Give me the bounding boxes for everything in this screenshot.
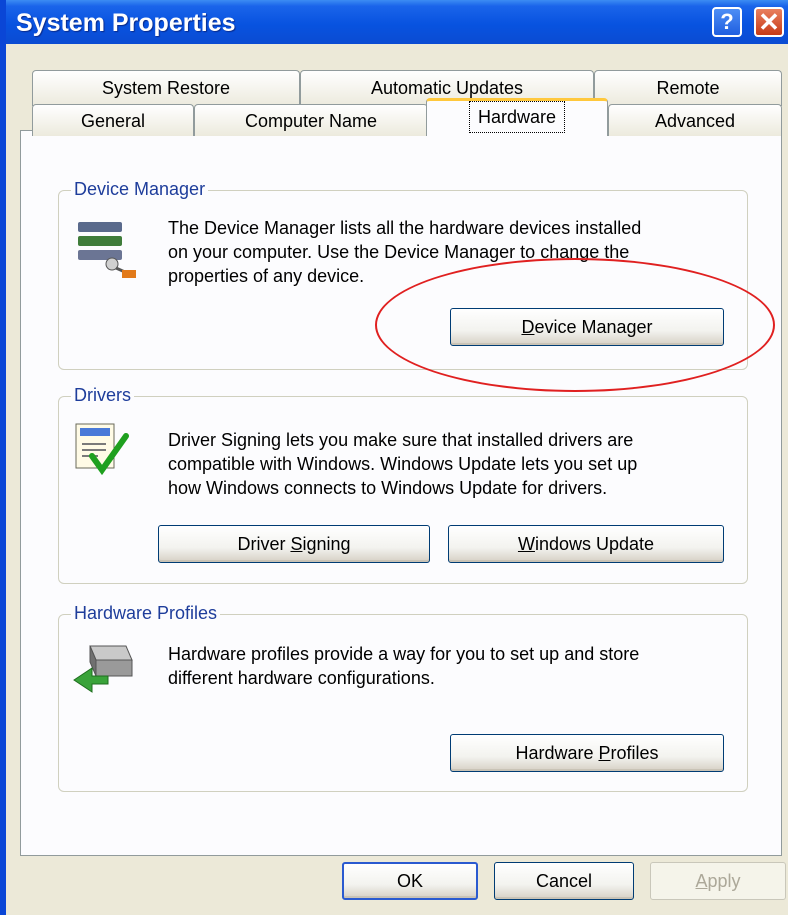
description-line: The Device Manager lists all the hardwar… [168,218,642,238]
tab-hardware[interactable]: Hardware [426,98,608,136]
help-icon: ? [720,9,734,34]
mnemonic: P [598,743,611,763]
tab-label: Computer Name [244,111,378,131]
button-label: Hardware Profiles [515,743,658,763]
label-part: Hardware [515,743,599,763]
tab-computer-name[interactable]: Computer Name [194,104,428,136]
description-line: Driver Signing lets you make sure that i… [168,430,634,450]
tab-label: General [80,111,146,131]
apply-button[interactable]: Apply [650,862,786,900]
tab-label: System Restore [101,78,231,98]
tab-label: Automatic Updates [370,78,524,98]
drivers-group-title: Drivers [71,385,134,406]
tab-label: Remote [656,78,720,98]
label-part: Driver [237,534,291,554]
hardware-profiles-button[interactable]: Hardware Profiles [450,734,724,772]
help-button[interactable]: ? [712,7,742,37]
button-label: Driver Signing [237,534,350,554]
tab-general[interactable]: General [32,104,194,136]
button-label: OK [396,871,423,891]
tab-system-restore[interactable]: System Restore [32,70,300,106]
windows-update-button[interactable]: Windows Update [448,525,724,563]
description-line: different hardware configurations. [168,668,435,688]
title-bar[interactable]: System Properties ? ✕ [6,0,788,44]
driver-signing-icon [72,422,132,483]
ok-button[interactable]: OK [342,862,478,900]
system-properties-window: System Properties ? ✕ System Restore Aut… [0,0,788,915]
tab-label: Advanced [654,111,736,131]
highlight-ellipse [375,258,775,392]
hardware-profiles-description: Hardware profiles provide a way for you … [168,642,639,690]
tab-label: Hardware [468,101,566,133]
mnemonic: A [695,871,708,891]
drivers-description: Driver Signing lets you make sure that i… [168,428,637,500]
close-icon: ✕ [758,7,780,37]
button-label: Apply [695,871,740,891]
label-part: rofiles [610,743,659,763]
button-label: Cancel [535,871,593,891]
label-part: indows Update [534,534,655,554]
driver-signing-button[interactable]: Driver Signing [158,525,430,563]
device-manager-group-title: Device Manager [71,179,209,200]
description-line: how Windows connects to Windows Update f… [168,478,608,498]
cancel-button[interactable]: Cancel [494,862,634,900]
label-part: pply [707,871,741,891]
window-title: System Properties [16,9,236,37]
hardware-profiles-icon [70,636,136,701]
tab-advanced[interactable]: Advanced [608,104,782,136]
label-part: igning [302,534,351,554]
mnemonic: W [517,534,535,554]
hardware-profiles-group-title: Hardware Profiles [71,603,221,624]
button-label: Windows Update [518,534,654,554]
mnemonic: S [290,534,303,554]
tab-remote[interactable]: Remote [594,70,782,106]
description-line: compatible with Windows. Windows Update … [168,454,638,474]
description-line: Hardware profiles provide a way for you … [168,644,640,664]
device-manager-icon [72,218,140,285]
close-button[interactable]: ✕ [754,7,784,37]
